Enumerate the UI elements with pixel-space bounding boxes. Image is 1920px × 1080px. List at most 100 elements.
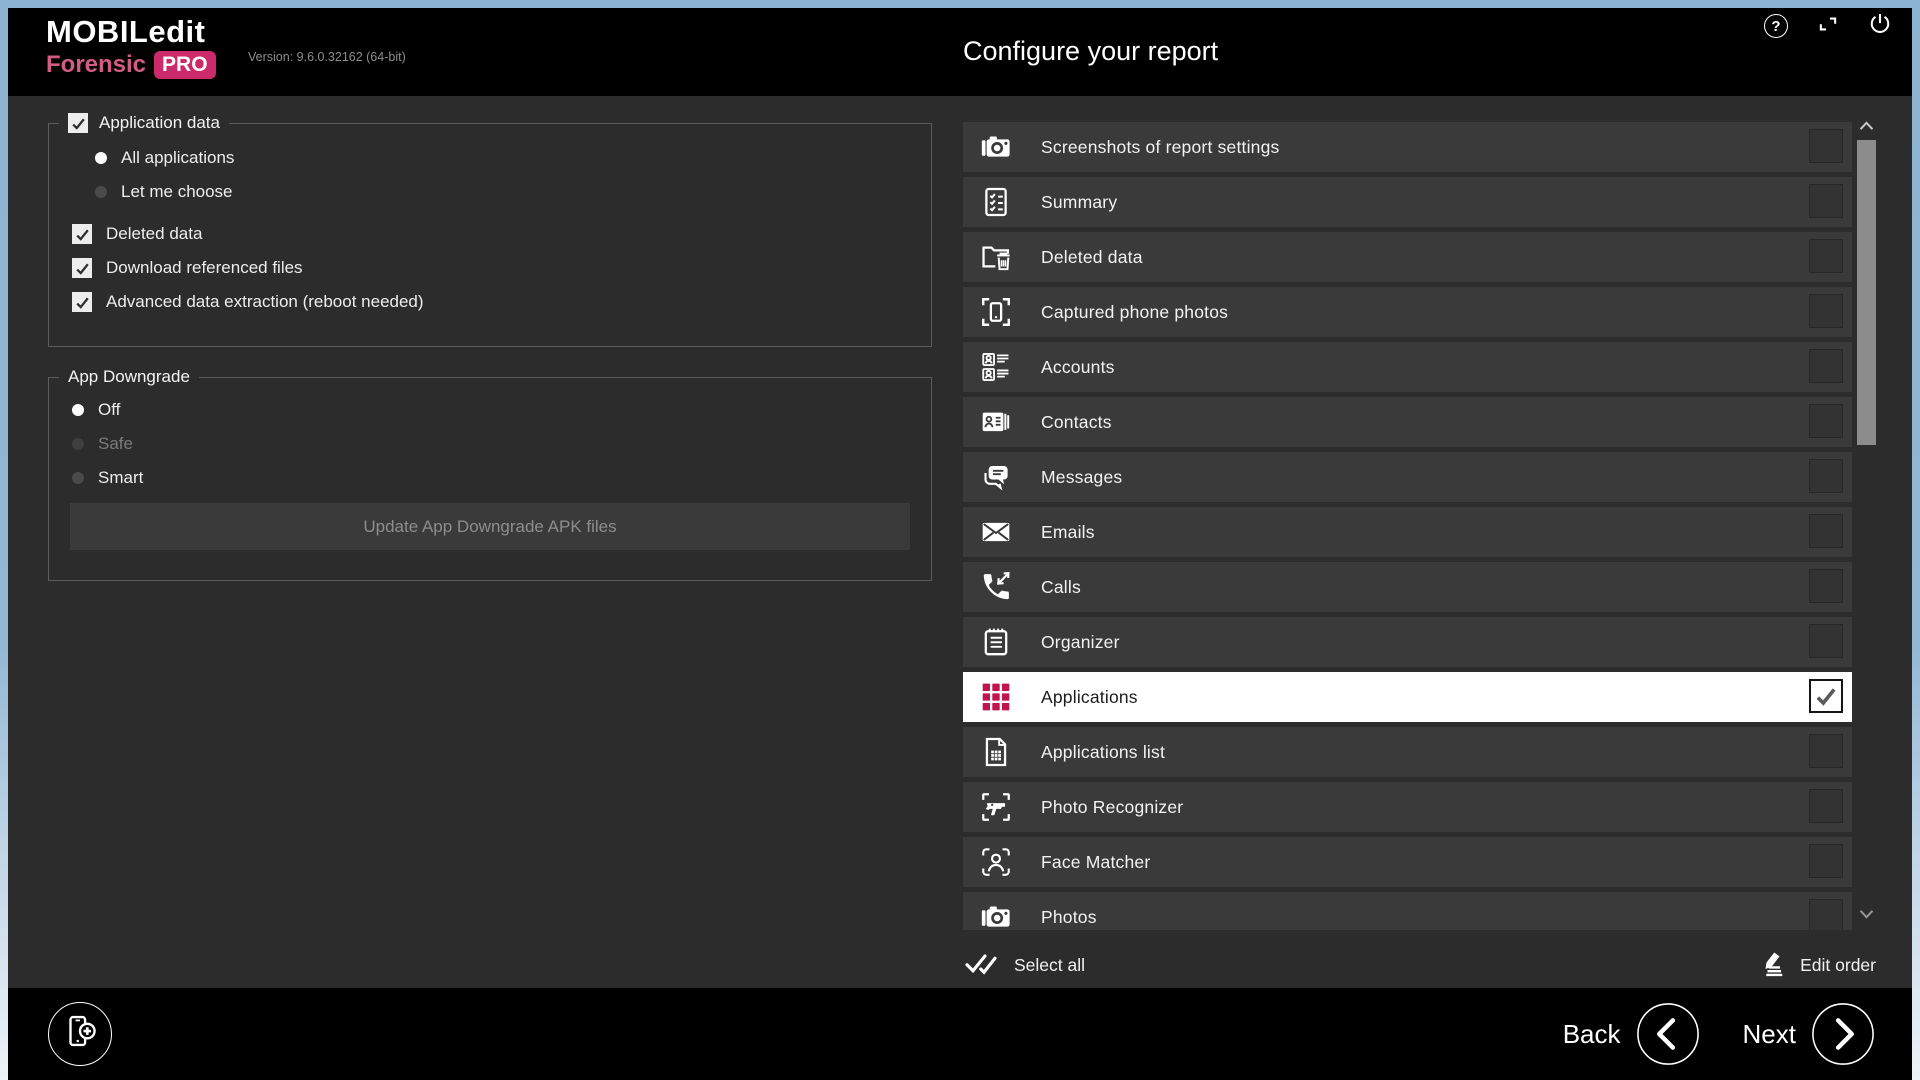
option-label: Safe	[98, 434, 133, 454]
report-item-checkbox[interactable]	[1809, 404, 1843, 438]
report-item-checkbox[interactable]	[1809, 514, 1843, 548]
report-item-applications[interactable]: Applications	[963, 672, 1852, 722]
report-item-label: Screenshots of report settings	[1041, 137, 1279, 158]
option-label: Advanced data extraction (reboot needed)	[106, 292, 424, 312]
report-item-label: Photos	[1041, 907, 1097, 928]
edit-order-button[interactable]: Edit order	[1756, 946, 1876, 984]
application-data-checkbox[interactable]	[68, 113, 88, 133]
report-item-checkbox[interactable]	[1809, 789, 1843, 823]
calls-icon	[977, 568, 1015, 606]
messages-icon	[977, 458, 1015, 496]
radio-dot-icon	[95, 152, 107, 164]
report-sections-list: Screenshots of report settings Summary Del…	[963, 122, 1852, 930]
report-item-photos[interactable]: Photos	[963, 892, 1852, 930]
report-item-label: Face Matcher	[1041, 852, 1150, 873]
report-item-label: Emails	[1041, 522, 1095, 543]
option-label: All applications	[121, 148, 234, 168]
logo-mobiledit: MOBILedit	[46, 16, 216, 47]
option-label: Let me choose	[121, 182, 233, 202]
report-item-applications-list[interactable]: Applications list	[963, 727, 1852, 777]
face-frame-icon	[977, 843, 1015, 881]
organizer-icon	[977, 623, 1015, 661]
checkbox[interactable]	[72, 224, 92, 244]
camera-icon	[977, 128, 1015, 166]
next-button[interactable]	[1810, 1001, 1876, 1067]
update-apk-button[interactable]: Update App Downgrade APK files	[70, 503, 910, 550]
report-item-label: Applications list	[1041, 742, 1165, 763]
report-item-emails[interactable]: Emails	[963, 507, 1852, 557]
connect-phone-button[interactable]	[48, 1002, 112, 1066]
checkbox[interactable]	[72, 258, 92, 278]
report-item-calls[interactable]: Calls	[963, 562, 1852, 612]
scrollbar-thumb[interactable]	[1857, 140, 1876, 445]
report-item-checkbox[interactable]	[1809, 184, 1843, 218]
contacts-icon	[977, 403, 1015, 441]
page-title: Configure your report	[963, 36, 1218, 67]
camera-icon	[977, 898, 1015, 930]
app-downgrade-radios: Off Safe Smart	[72, 393, 931, 495]
application-data-legend: Application data	[99, 113, 220, 133]
select-all-button[interactable]: Select all	[963, 946, 1085, 984]
phone-frame-icon	[977, 293, 1015, 331]
scroll-up-button[interactable]	[1857, 114, 1876, 138]
app-downgrade-group: App Downgrade Off Safe Smart Update App Do…	[48, 367, 932, 581]
report-item-checkbox[interactable]	[1809, 459, 1843, 493]
version-text: Version: 9.6.0.32162 (64-bit)	[248, 50, 406, 64]
report-item-captured-phone-photos[interactable]: Captured phone photos	[963, 287, 1852, 337]
report-item-checkbox[interactable]	[1809, 844, 1843, 878]
edit-pencil-icon	[1756, 948, 1786, 983]
scroll-down-button[interactable]	[1857, 902, 1876, 926]
checkbox-deleted-data[interactable]: Deleted data	[72, 217, 931, 251]
option-label: Download referenced files	[106, 258, 303, 278]
app-logo: MOBILedit Forensic PRO	[46, 16, 216, 79]
radio-let-me-choose[interactable]: Let me choose	[95, 175, 931, 209]
double-check-icon	[963, 948, 997, 983]
app-grid-icon	[977, 678, 1015, 716]
report-item-messages[interactable]: Messages	[963, 452, 1852, 502]
help-icon: ?	[1764, 14, 1788, 38]
report-item-screenshots-of-report-settings[interactable]: Screenshots of report settings	[963, 122, 1852, 172]
report-item-checkbox[interactable]	[1809, 734, 1843, 768]
restore-icon	[1815, 11, 1841, 42]
report-item-label: Deleted data	[1041, 247, 1143, 268]
report-item-contacts[interactable]: Contacts	[963, 397, 1852, 447]
report-item-checkbox[interactable]	[1809, 129, 1843, 163]
report-item-checkbox[interactable]	[1809, 569, 1843, 603]
app-downgrade-legend: App Downgrade	[68, 367, 190, 387]
report-item-checkbox[interactable]	[1809, 294, 1843, 328]
report-item-deleted-data[interactable]: Deleted data	[963, 232, 1852, 282]
radio-smart[interactable]: Smart	[72, 461, 931, 495]
report-item-checkbox[interactable]	[1809, 624, 1843, 658]
report-item-label: Accounts	[1041, 357, 1115, 378]
checkbox-download-referenced-files[interactable]: Download referenced files	[72, 251, 931, 285]
radio-safe[interactable]: Safe	[72, 427, 931, 461]
report-item-face-matcher[interactable]: Face Matcher	[963, 837, 1852, 887]
report-item-checkbox[interactable]	[1809, 349, 1843, 383]
report-item-accounts[interactable]: Accounts	[963, 342, 1852, 392]
report-item-checkbox[interactable]	[1809, 899, 1843, 930]
report-item-label: Organizer	[1041, 632, 1120, 653]
radio-all-applications[interactable]: All applications	[95, 141, 931, 175]
report-item-organizer[interactable]: Organizer	[963, 617, 1852, 667]
checkbox[interactable]	[72, 292, 92, 312]
power-button[interactable]	[1866, 12, 1894, 40]
report-item-label: Messages	[1041, 467, 1122, 488]
report-item-summary[interactable]: Summary	[963, 177, 1852, 227]
report-item-photo-recognizer[interactable]: Photo Recognizer	[963, 782, 1852, 832]
help-button[interactable]: ?	[1762, 12, 1790, 40]
radio-dot-icon	[95, 186, 107, 198]
report-item-checkbox[interactable]	[1809, 679, 1843, 713]
power-icon	[1867, 11, 1893, 42]
radio-dot-icon	[72, 438, 84, 450]
back-button[interactable]	[1635, 1001, 1701, 1067]
restore-window-button[interactable]	[1814, 12, 1842, 40]
radio-off[interactable]: Off	[72, 393, 931, 427]
report-item-checkbox[interactable]	[1809, 239, 1843, 273]
arrow-left-icon	[1635, 1054, 1701, 1071]
report-item-label: Captured phone photos	[1041, 302, 1228, 323]
radio-dot-icon	[72, 472, 84, 484]
arrow-right-icon	[1810, 1054, 1876, 1071]
edit-order-label: Edit order	[1800, 955, 1876, 976]
report-item-label: Summary	[1041, 192, 1117, 213]
checkbox-advanced-data-extraction-reboot-needed[interactable]: Advanced data extraction (reboot needed)	[72, 285, 931, 319]
